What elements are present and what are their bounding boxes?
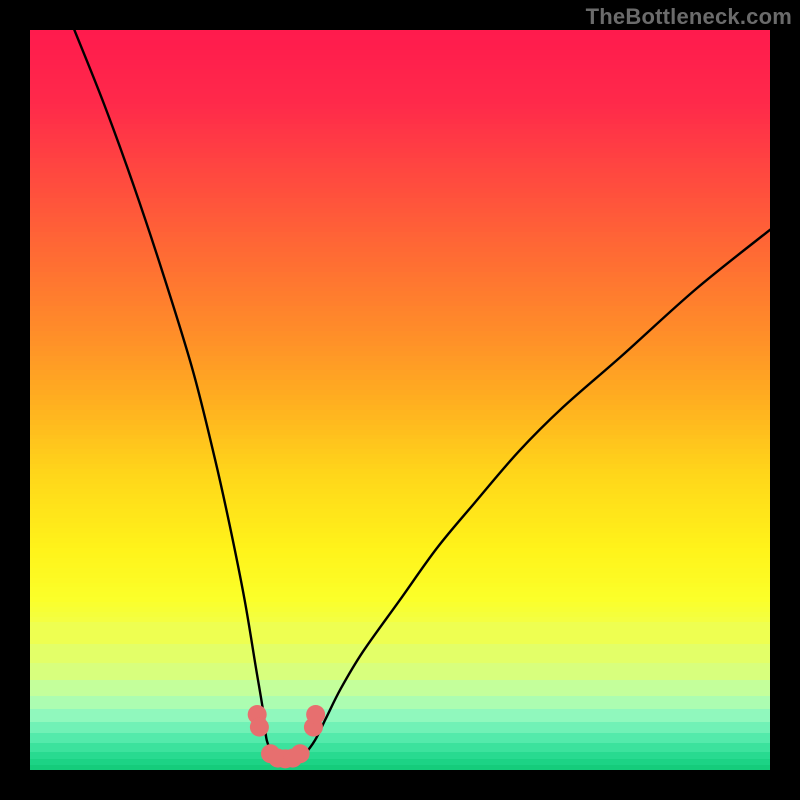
chart-frame: TheBottleneck.com	[0, 0, 800, 800]
trough-marker	[250, 718, 269, 737]
trough-marker	[306, 705, 325, 724]
trough-marker	[291, 744, 310, 763]
attribution-text: TheBottleneck.com	[586, 4, 792, 30]
bottleneck-curve	[74, 30, 770, 763]
plot-area	[30, 30, 770, 770]
curve-layer	[30, 30, 770, 770]
